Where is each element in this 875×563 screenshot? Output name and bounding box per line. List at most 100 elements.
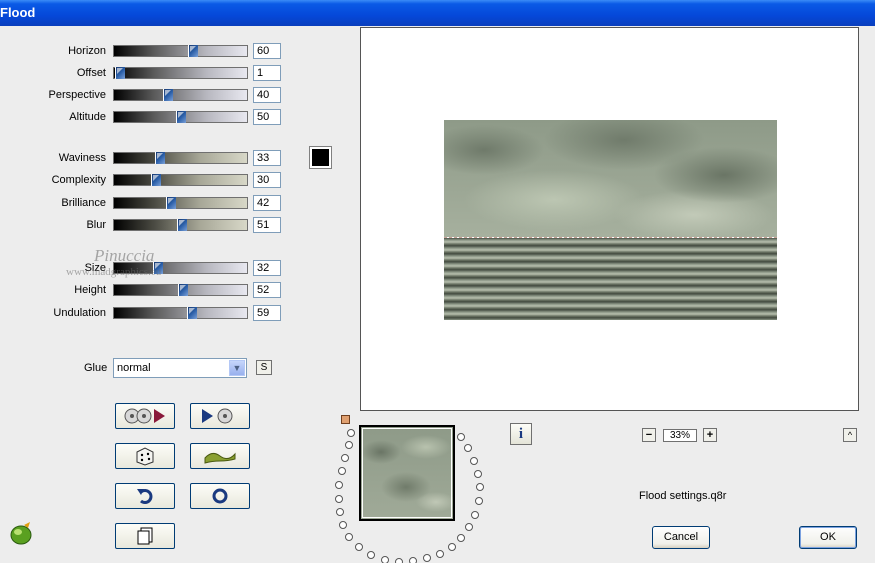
altitude-slider[interactable] (113, 111, 248, 123)
undo-button[interactable] (115, 483, 175, 509)
navigator-dot[interactable] (345, 533, 353, 541)
page-icon (137, 527, 153, 545)
size-value-field[interactable]: 32 (253, 260, 281, 276)
perspective-slider-thumb[interactable] (163, 89, 173, 101)
zoom-out-button[interactable]: − (642, 428, 656, 442)
complexity-slider-thumb[interactable] (151, 174, 161, 186)
undulation-label: Undulation (53, 307, 106, 319)
perspective-slider[interactable] (113, 89, 248, 101)
brilliance-value-field[interactable]: 42 (253, 195, 281, 211)
waviness-slider-thumb[interactable] (155, 152, 165, 164)
offset-value-field[interactable]: 1 (253, 65, 281, 81)
navigator-dot[interactable] (395, 558, 403, 563)
info-button[interactable]: i (510, 423, 532, 445)
wave-icon (204, 452, 236, 464)
dice-icon (136, 447, 154, 466)
navigator-dot[interactable] (341, 454, 349, 462)
navigator-dot[interactable] (336, 508, 344, 516)
undulation-slider[interactable] (113, 307, 248, 319)
complexity-value-field[interactable]: 30 (253, 172, 281, 188)
navigator-dot[interactable] (465, 523, 473, 531)
chevron-down-icon[interactable]: ▼ (229, 360, 245, 376)
navigator-dot[interactable] (423, 554, 431, 562)
wave-button[interactable] (190, 443, 250, 469)
navigator-dot[interactable] (436, 550, 444, 558)
navigator-dot[interactable] (471, 511, 479, 519)
height-slider[interactable] (113, 284, 248, 296)
navigator-dot[interactable] (448, 543, 456, 551)
navigator-dot[interactable] (470, 457, 478, 465)
cancel-button[interactable]: Cancel (652, 526, 710, 549)
navigator (333, 413, 488, 563)
altitude-value-field[interactable]: 50 (253, 109, 281, 125)
navigator-dot[interactable] (338, 467, 346, 475)
undulation-slider-thumb[interactable] (187, 307, 197, 319)
zoom-in-button[interactable]: + (703, 428, 717, 442)
glue-select[interactable]: normal ▼ (113, 358, 247, 378)
complexity-slider[interactable] (113, 174, 248, 186)
perspective-value-field[interactable]: 40 (253, 87, 281, 103)
horizon-slider[interactable] (113, 45, 248, 57)
preview-pane[interactable] (360, 27, 859, 411)
next-preset-button[interactable] (190, 403, 250, 429)
navigator-dot[interactable] (339, 521, 347, 529)
height-value-field[interactable]: 52 (253, 282, 281, 298)
filter-logo-icon (10, 522, 32, 545)
watermark-name: Pinuccia (94, 246, 155, 265)
copy-button[interactable] (115, 523, 175, 549)
horizon-label: Horizon (68, 45, 106, 57)
play-disc-icon (202, 408, 233, 424)
collapse-button[interactable]: ^ (843, 428, 857, 442)
navigator-dot[interactable] (381, 556, 389, 563)
height-label: Height (74, 284, 106, 296)
navigator-marker[interactable] (341, 415, 350, 424)
complexity-label: Complexity (51, 174, 106, 186)
height-slider-thumb[interactable] (178, 284, 188, 296)
horizon-value-field[interactable]: 60 (253, 43, 281, 59)
navigator-dot[interactable] (476, 483, 484, 491)
brilliance-label: Brilliance (61, 197, 106, 209)
navigator-dot[interactable] (464, 444, 472, 452)
navigator-dot[interactable] (475, 497, 483, 505)
slider-row-altitude: Altitude 50 (0, 108, 290, 126)
navigator-dot[interactable] (355, 543, 363, 551)
flood-preview-image (444, 120, 777, 320)
undo-arrow-icon (137, 489, 153, 504)
settings-filename: Flood settings.q8r (639, 490, 727, 502)
offset-slider-thumb[interactable] (115, 67, 125, 79)
navigator-dot[interactable] (345, 441, 353, 449)
reset-button[interactable] (190, 483, 250, 509)
navigator-dot[interactable] (335, 495, 343, 503)
brilliance-slider[interactable] (113, 197, 248, 209)
randomize-preset-button[interactable] (115, 403, 175, 429)
color-swatch[interactable] (309, 146, 332, 169)
disc-play-icon (124, 408, 165, 424)
undulation-value-field[interactable]: 59 (253, 305, 281, 321)
navigator-dot[interactable] (409, 557, 417, 563)
navigator-dot[interactable] (474, 470, 482, 478)
window-title: Flood (0, 5, 36, 20)
glue-select-value: normal (117, 362, 151, 374)
waviness-value-field[interactable]: 33 (253, 150, 281, 166)
horizon-slider-thumb[interactable] (188, 45, 198, 57)
altitude-slider-thumb[interactable] (176, 111, 186, 123)
blur-slider[interactable] (113, 219, 248, 231)
brilliance-slider-thumb[interactable] (166, 197, 176, 209)
random-dice-button[interactable] (115, 443, 175, 469)
blur-value-field[interactable]: 51 (253, 217, 281, 233)
altitude-label: Altitude (69, 111, 106, 123)
navigator-dot[interactable] (457, 534, 465, 542)
slider-row-blur: Blur 51 (0, 216, 290, 234)
slider-row-undulation: Undulation 59 (0, 304, 290, 322)
navigator-dot[interactable] (367, 551, 375, 559)
navigator-dot[interactable] (457, 433, 465, 441)
navigator-dot[interactable] (335, 481, 343, 489)
navigator-thumbnail[interactable] (359, 425, 455, 521)
navigator-dot[interactable] (347, 429, 355, 437)
slider-row-height: Height 52 (0, 281, 290, 299)
waviness-slider[interactable] (113, 152, 248, 164)
offset-slider[interactable] (113, 67, 248, 79)
ok-button[interactable]: OK (799, 526, 857, 549)
blur-slider-thumb[interactable] (177, 219, 187, 231)
glue-s-button[interactable]: S (256, 360, 272, 375)
